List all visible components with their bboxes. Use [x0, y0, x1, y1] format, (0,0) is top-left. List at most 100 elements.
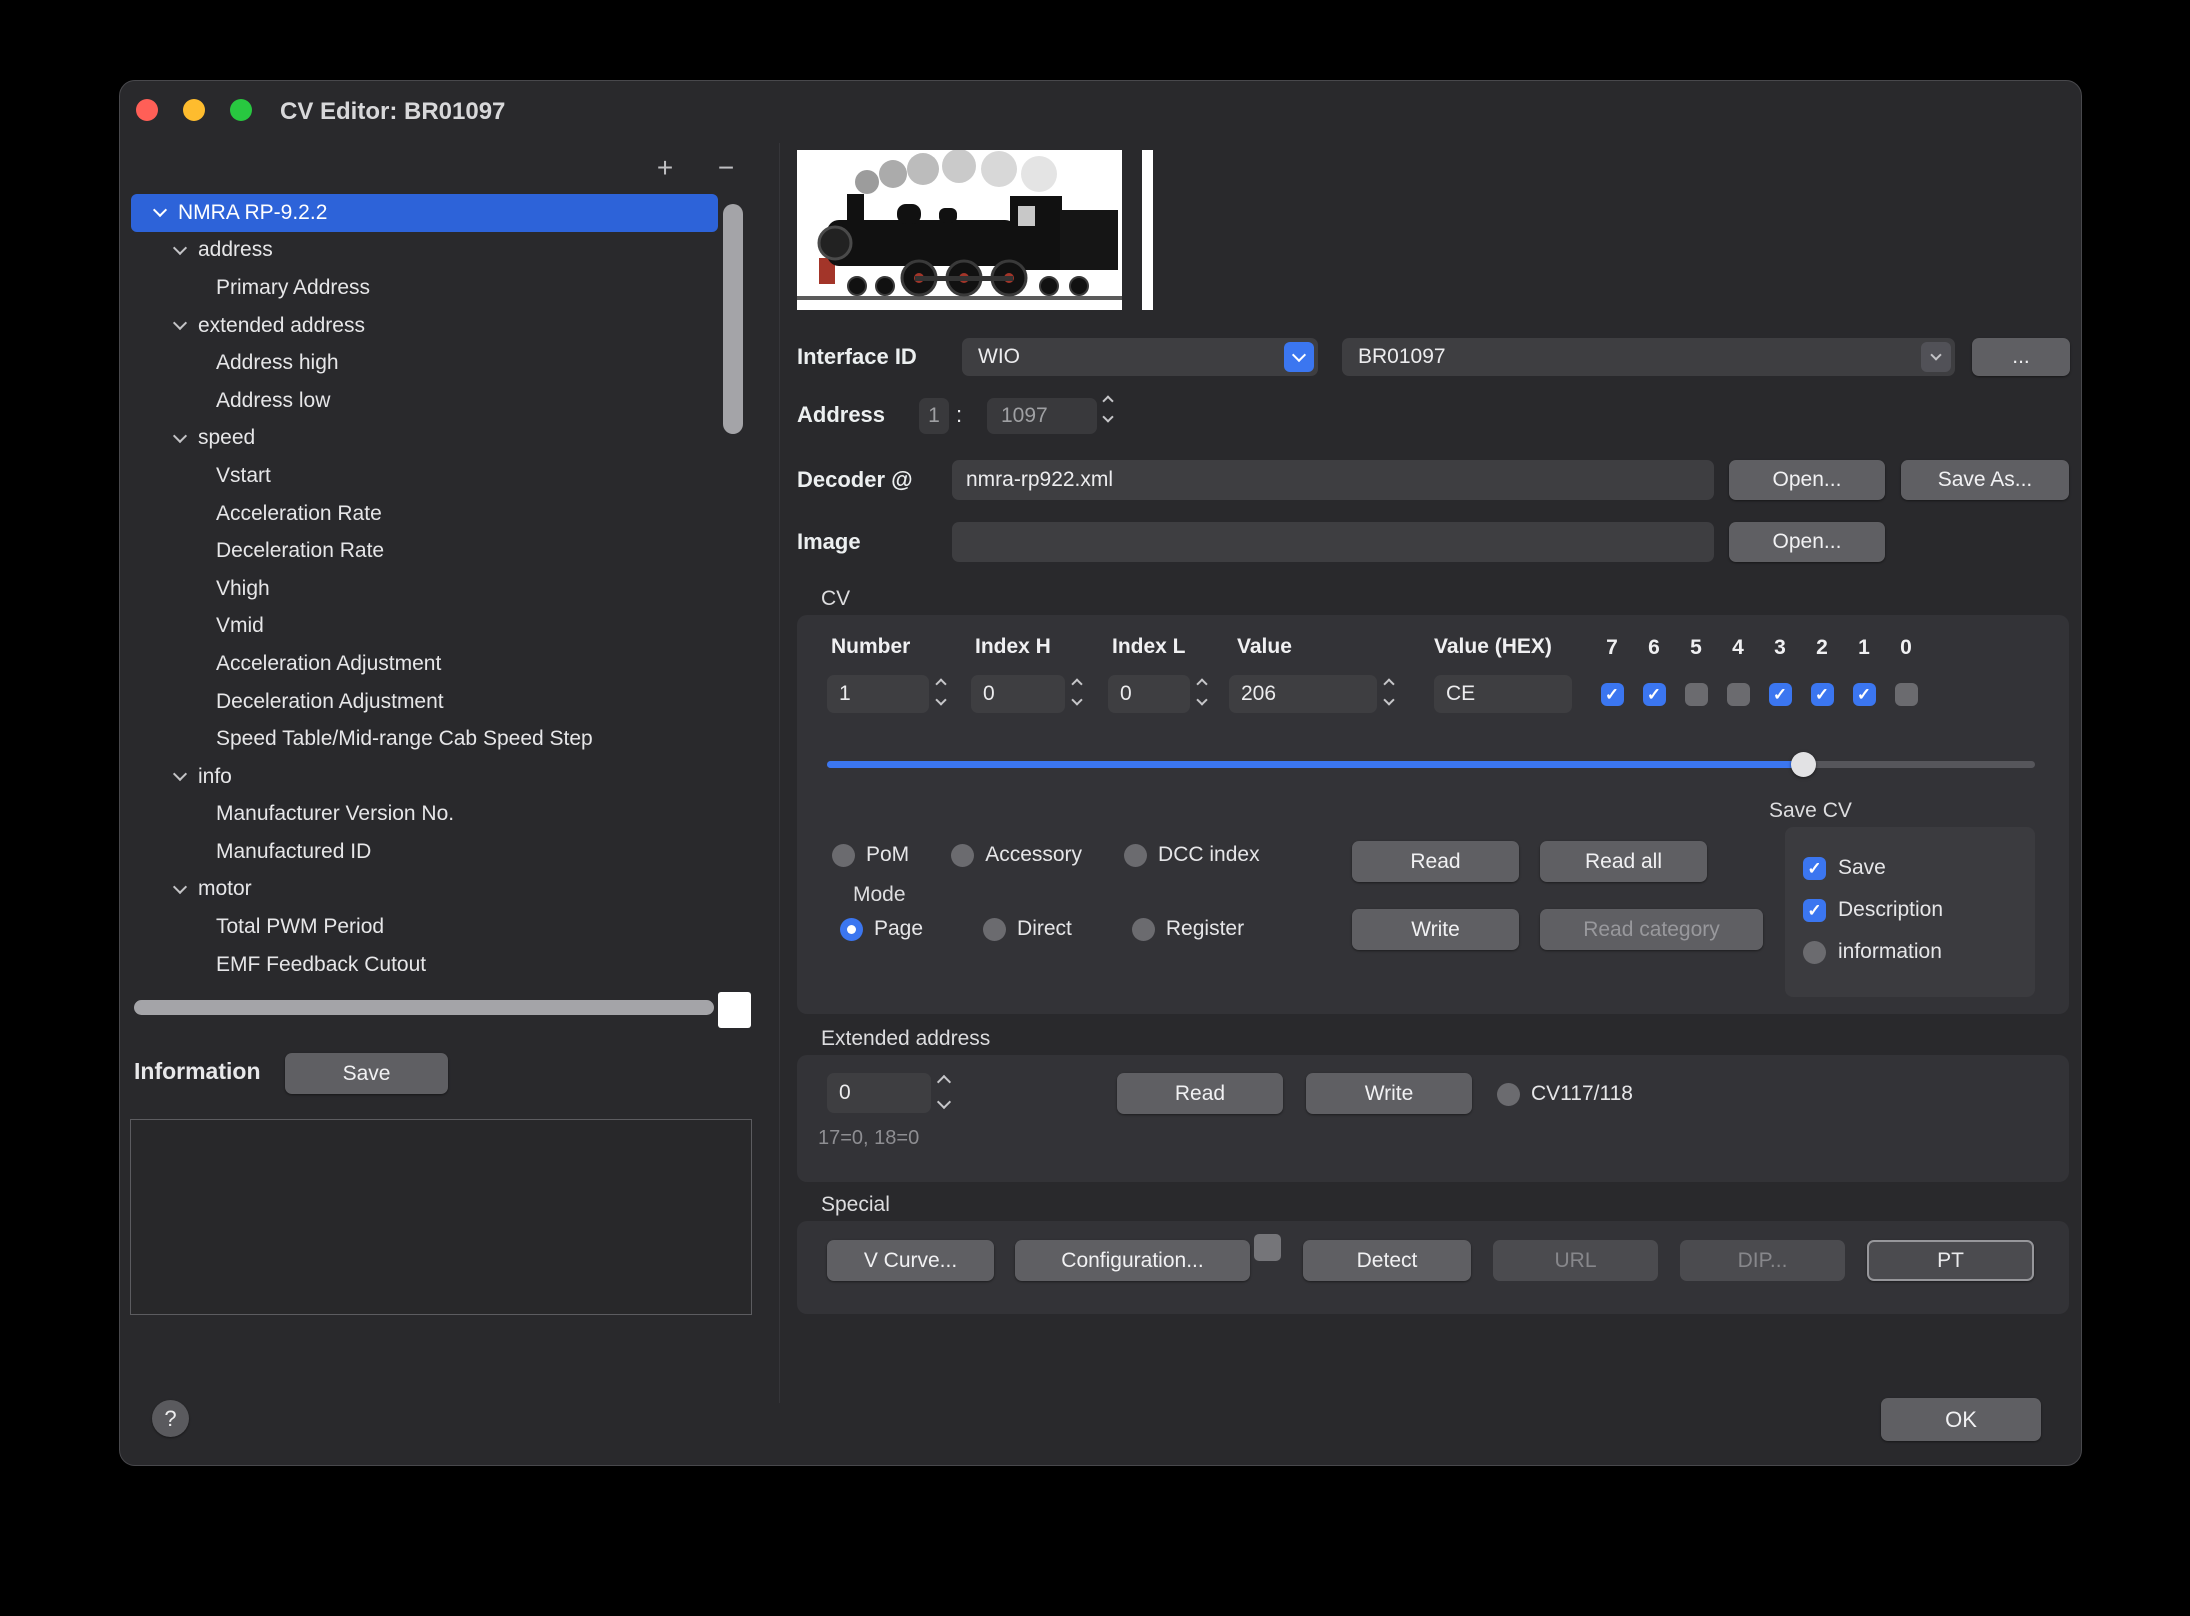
save-cv-option[interactable]: ✓Save — [1803, 847, 2035, 889]
checked-checkbox-icon[interactable]: ✓ — [1803, 857, 1826, 880]
slider-knob[interactable] — [1791, 752, 1816, 777]
tree-item[interactable]: motor — [131, 871, 718, 909]
stepper-down-icon[interactable] — [1102, 411, 1113, 422]
selected-radio-icon[interactable] — [840, 918, 863, 941]
checked-checkbox-icon[interactable]: ✓ — [1803, 899, 1826, 922]
chevron-down-icon[interactable] — [153, 203, 167, 217]
tree-item[interactable]: address — [131, 232, 718, 270]
cv-value-slider[interactable] — [827, 751, 2035, 777]
checked-checkbox-icon[interactable]: ✓ — [1769, 683, 1792, 706]
stepper-up-icon[interactable] — [1102, 395, 1113, 406]
cv117-118-checkbox[interactable]: CV117/118 — [1497, 1082, 1633, 1106]
save-information-button[interactable]: Save — [285, 1053, 448, 1094]
add-button[interactable]: + — [650, 153, 680, 183]
cv-index-l-stepper[interactable] — [1198, 680, 1206, 704]
unchecked-checkbox-icon[interactable] — [1727, 683, 1750, 706]
checked-checkbox-icon[interactable]: ✓ — [1811, 683, 1834, 706]
cv-index-h-field[interactable]: 0 — [971, 675, 1065, 713]
tree-item[interactable]: Address high — [131, 344, 718, 382]
close-button[interactable] — [136, 99, 158, 121]
chevron-down-icon[interactable] — [173, 429, 187, 443]
address-value-field[interactable]: 1097 — [987, 398, 1097, 434]
tree-item[interactable]: Manufactured ID — [131, 833, 718, 871]
image-open-button[interactable]: Open... — [1729, 522, 1885, 562]
tree-item[interactable]: speed — [131, 420, 718, 458]
decoder-name-select[interactable]: BR01097 — [1342, 338, 1955, 376]
decoder-file-field[interactable]: nmra-rp922.xml — [952, 460, 1714, 500]
dip-button[interactable]: DIP... — [1680, 1240, 1845, 1281]
cv-number-stepper[interactable] — [937, 680, 945, 704]
information-textarea[interactable] — [130, 1119, 752, 1315]
tree-item[interactable]: Deceleration Adjustment — [131, 683, 718, 721]
checked-checkbox-icon[interactable]: ✓ — [1643, 683, 1666, 706]
chevron-down-icon[interactable] — [1284, 342, 1314, 372]
radio-icon[interactable] — [983, 918, 1006, 941]
tree-item[interactable]: info — [131, 758, 718, 796]
tree-item[interactable]: EMF Feedback Cutout — [131, 946, 718, 984]
mode-radio-register[interactable]: Register — [1132, 917, 1244, 941]
vertical-scrollbar[interactable] — [723, 204, 743, 434]
pom-checkbox[interactable]: PoM — [832, 843, 909, 867]
save-cv-option[interactable]: ✓Description — [1803, 889, 2035, 931]
decoder-save-as-button[interactable]: Save As... — [1901, 460, 2069, 500]
cv-index-h-stepper[interactable] — [1073, 680, 1081, 704]
more-options-button[interactable]: ... — [1972, 338, 2070, 376]
tree-item[interactable]: Acceleration Rate — [131, 495, 718, 533]
chevron-down-icon[interactable] — [173, 241, 187, 255]
locomotive-image[interactable] — [797, 150, 1122, 310]
detect-button[interactable]: Detect — [1303, 1240, 1471, 1281]
extended-write-button[interactable]: Write — [1306, 1073, 1472, 1114]
unchecked-circle-icon[interactable] — [1497, 1083, 1520, 1106]
unchecked-circle-icon[interactable] — [951, 844, 974, 867]
unchecked-checkbox-icon[interactable] — [1685, 683, 1708, 706]
cv-value-stepper[interactable] — [1385, 680, 1393, 704]
mode-radio-page[interactable]: Page — [840, 917, 923, 941]
horizontal-scrollbar[interactable] — [134, 1000, 714, 1015]
chevron-down-icon[interactable] — [173, 767, 187, 781]
tree-item[interactable]: NMRA RP-9.2.2 — [131, 194, 718, 232]
remove-button[interactable]: − — [711, 153, 741, 183]
read-category-button[interactable]: Read category — [1540, 909, 1763, 950]
tree-item[interactable]: Vhigh — [131, 570, 718, 608]
save-cv-option[interactable]: information — [1803, 931, 2035, 973]
cv-value-field[interactable]: 206 — [1229, 675, 1377, 713]
unchecked-checkbox-icon[interactable] — [1895, 683, 1918, 706]
dcc-index-checkbox[interactable]: DCC index — [1124, 843, 1260, 867]
cv-number-field[interactable]: 1 — [827, 675, 929, 713]
chevron-down-icon[interactable] — [173, 316, 187, 330]
extended-address-stepper[interactable] — [939, 1077, 949, 1107]
tree-item[interactable]: Address low — [131, 382, 718, 420]
cv-index-l-field[interactable]: 0 — [1108, 675, 1190, 713]
image-file-field[interactable] — [952, 522, 1714, 562]
unchecked-checkbox-icon[interactable] — [1803, 941, 1826, 964]
mode-radio-direct[interactable]: Direct — [983, 917, 1072, 941]
unchecked-circle-icon[interactable] — [832, 844, 855, 867]
minimize-button[interactable] — [183, 99, 205, 121]
help-button[interactable]: ? — [152, 1400, 189, 1437]
extended-address-field[interactable]: 0 — [827, 1073, 931, 1113]
tree-item[interactable]: Primary Address — [131, 269, 718, 307]
tree-item[interactable]: Speed Table/Mid-range Cab Speed Step — [131, 720, 718, 758]
tree-item[interactable]: extended address — [131, 307, 718, 345]
tree-item[interactable]: Acceleration Adjustment — [131, 645, 718, 683]
accessory-checkbox[interactable]: Accessory — [951, 843, 1082, 867]
configuration-button[interactable]: Configuration... — [1015, 1240, 1250, 1281]
interface-id-select[interactable]: WIO — [962, 338, 1318, 376]
url-button[interactable]: URL — [1493, 1240, 1658, 1281]
ok-button[interactable]: OK — [1881, 1398, 2041, 1441]
read-all-button[interactable]: Read all — [1540, 841, 1707, 882]
v-curve-button[interactable]: V Curve... — [827, 1240, 994, 1281]
extended-read-button[interactable]: Read — [1117, 1073, 1283, 1114]
radio-icon[interactable] — [1132, 918, 1155, 941]
chevron-down-icon[interactable] — [173, 880, 187, 894]
checked-checkbox-icon[interactable]: ✓ — [1853, 683, 1876, 706]
read-button[interactable]: Read — [1352, 841, 1519, 882]
tree-item[interactable]: Vstart — [131, 457, 718, 495]
decoder-open-button[interactable]: Open... — [1729, 460, 1885, 500]
address-stepper[interactable] — [1104, 397, 1112, 421]
checked-checkbox-icon[interactable]: ✓ — [1601, 683, 1624, 706]
cv-value-hex-field[interactable]: CE — [1434, 675, 1572, 713]
tree-item[interactable]: Deceleration Rate — [131, 532, 718, 570]
address-index-field[interactable]: 1 — [919, 398, 949, 434]
tree-item[interactable]: Manufacturer Version No. — [131, 796, 718, 834]
